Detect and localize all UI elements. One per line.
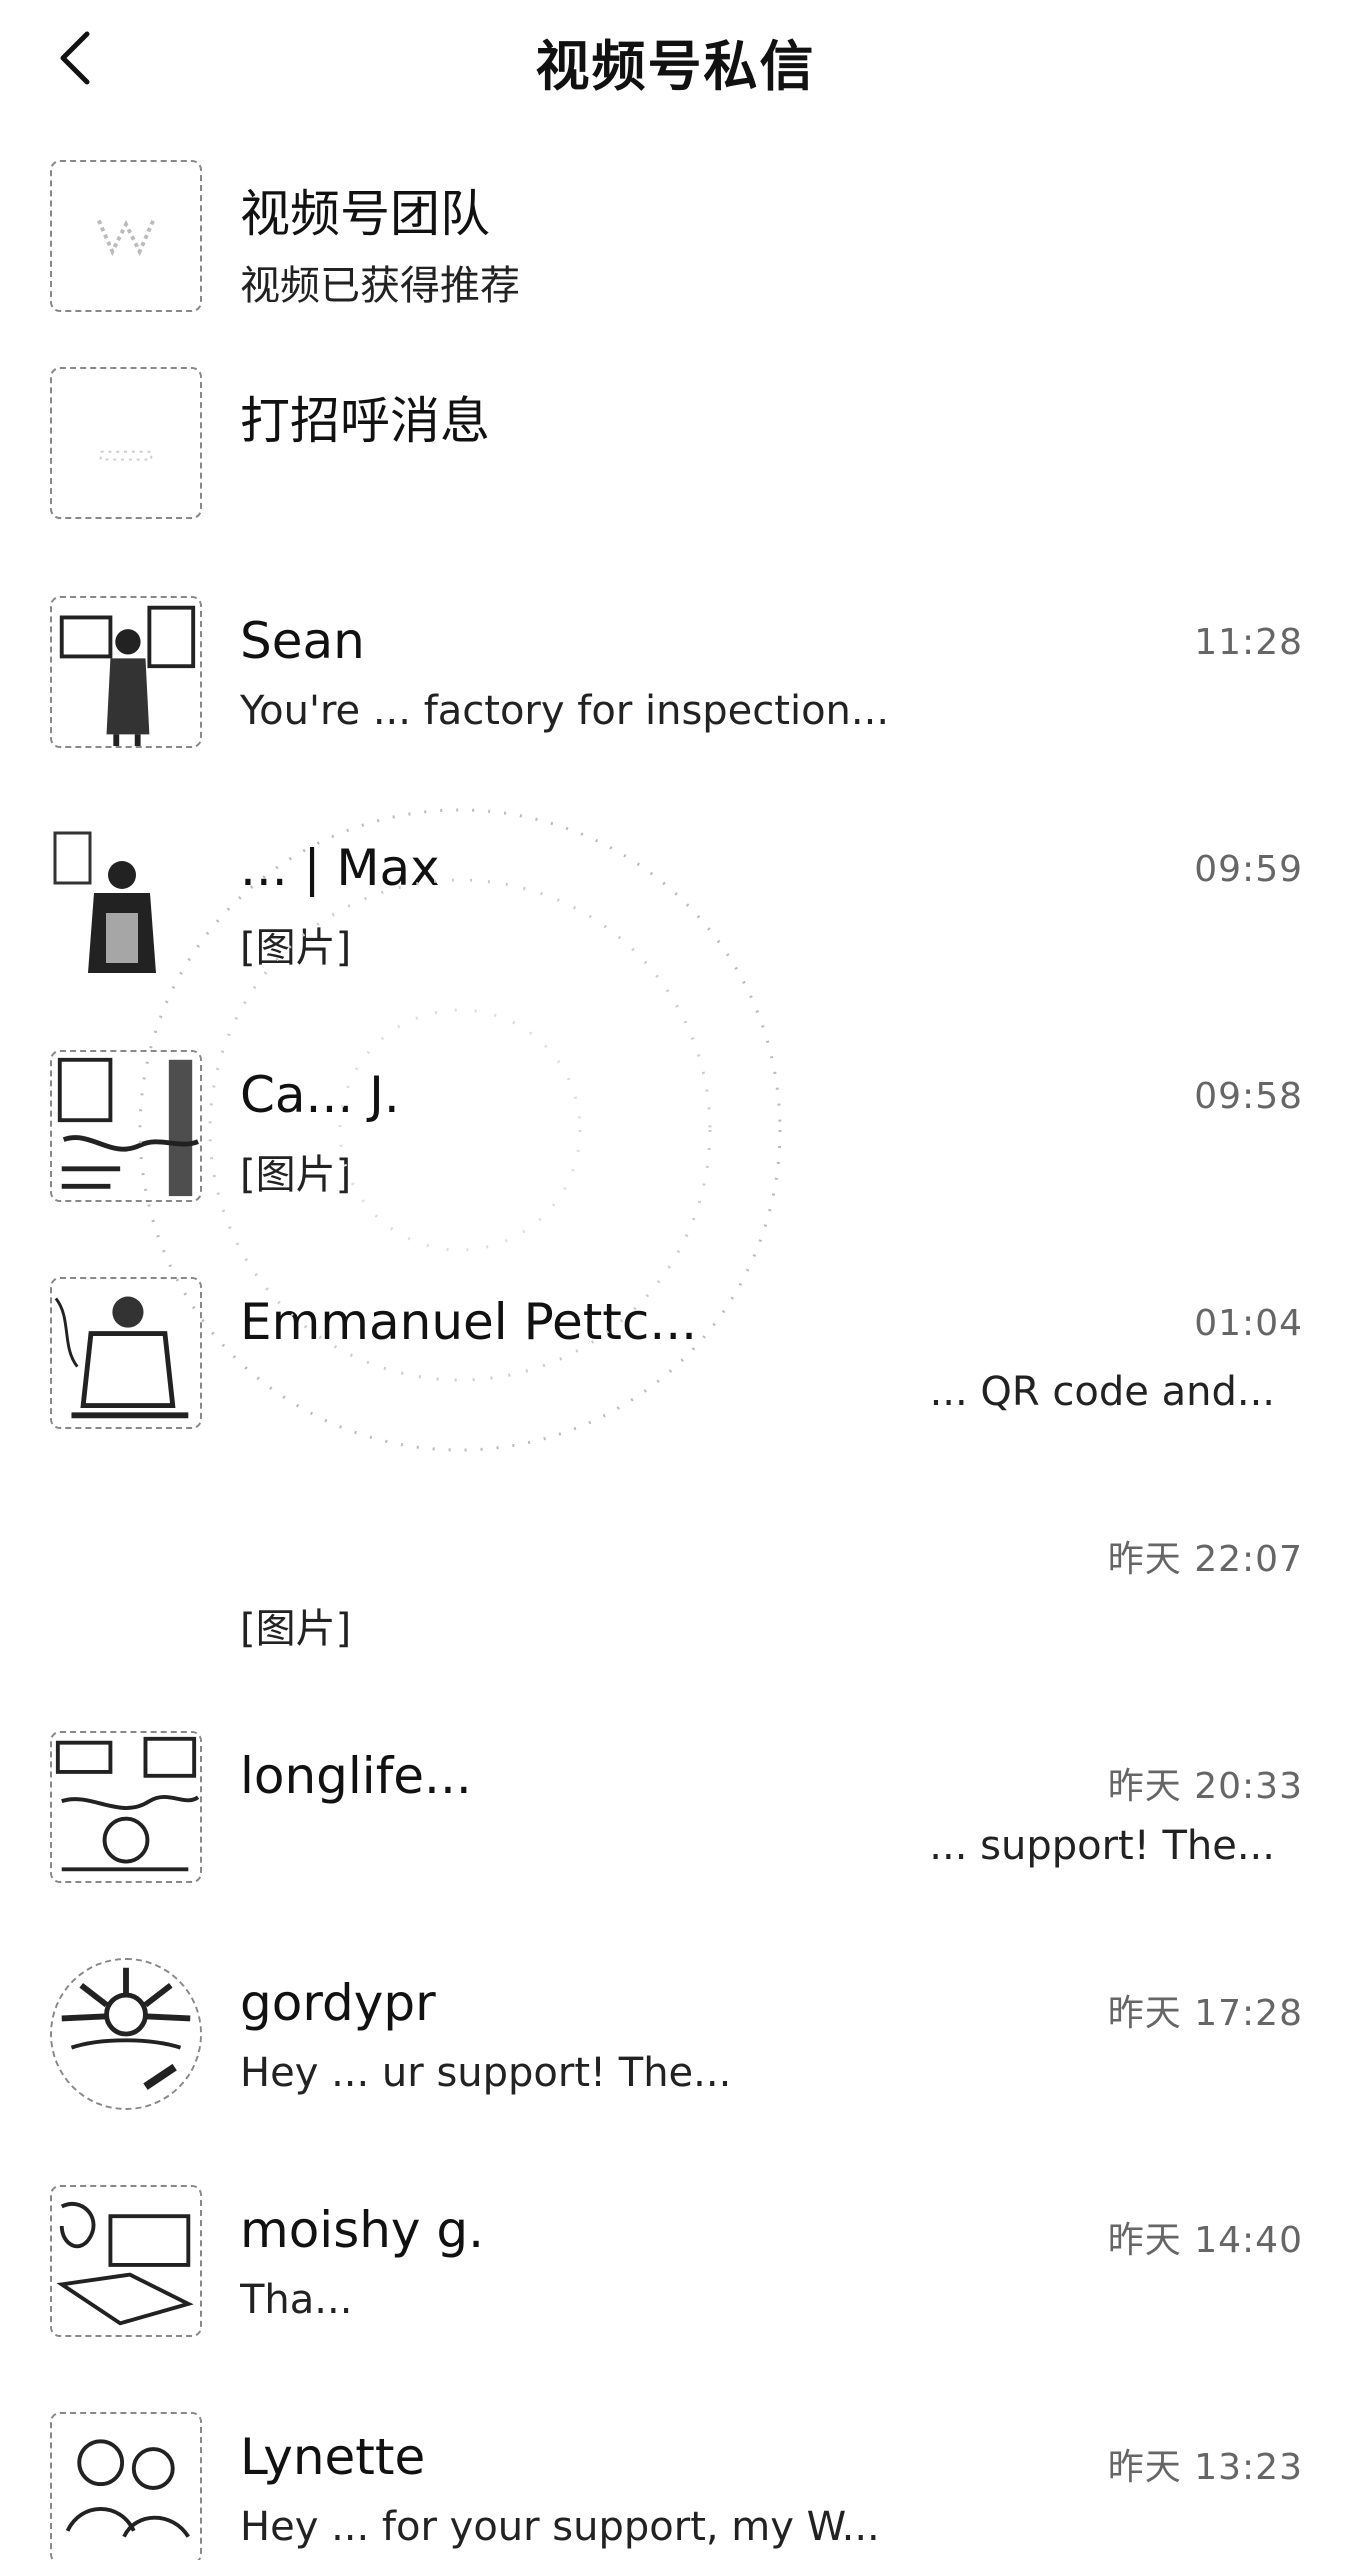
conversation-time: 01:04: [1194, 1303, 1303, 1344]
conversation-preview: Hey ... for your support, my W...: [240, 2504, 880, 2550]
user-photo-icon: [52, 1052, 200, 1200]
header-bar: 视频号私信: [0, 0, 1351, 115]
conversation-preview: [图片]: [240, 1152, 352, 1198]
conversation-name: Sean: [240, 612, 365, 670]
conversation-item[interactable]: moishy g. 昨天 14:40 Tha...: [0, 2181, 1351, 2408]
conversation-item[interactable]: Lynette 昨天 13:23 Hey ... for your suppor…: [0, 2408, 1351, 2560]
direct-messages-screen: 视频号私信 视频号团队 视频已获得推荐 打招呼消息 Sean 11:28 You…: [0, 0, 1351, 2560]
user-photo-icon: [52, 2187, 200, 2335]
avatar: [50, 160, 202, 312]
conversation-item-greetings[interactable]: 打招呼消息: [0, 365, 1351, 592]
conversation-name: Emmanuel Pettc...: [240, 1293, 698, 1351]
conversation-preview: [图片]: [240, 1606, 352, 1652]
user-photo-icon: [52, 1960, 200, 2108]
conversation-name: Lynette: [240, 2428, 426, 2486]
conversation-name: 视频号团队: [240, 185, 490, 243]
conversation-name: longlife...: [240, 1747, 472, 1805]
conversation-name: gordypr: [240, 1974, 436, 2032]
conversation-list[interactable]: 视频号团队 视频已获得推荐 打招呼消息 Sean 11:28 You're ..…: [0, 138, 1351, 2560]
avatar: [50, 367, 202, 519]
conversation-time: 11:28: [1194, 622, 1303, 663]
avatar: [50, 2185, 202, 2337]
avatar: [50, 1958, 202, 2110]
avatar: [50, 1277, 202, 1429]
conversation-time: 09:58: [1194, 1076, 1303, 1117]
conversation-item[interactable]: Emmanuel Pettc... 01:04 ... QR code and.…: [0, 1273, 1351, 1500]
conversation-time: 昨天 17:28: [1107, 1993, 1303, 2034]
page-title: 视频号私信: [535, 35, 816, 98]
conversation-time: 09:59: [1194, 849, 1303, 890]
conversation-name: 打招呼消息: [240, 392, 490, 450]
conversation-time: 昨天 20:33: [1107, 1766, 1303, 1807]
conversation-preview: 视频已获得推荐: [240, 263, 520, 309]
avatar: [50, 823, 202, 975]
conversation-item[interactable]: 昨天 22:07 [图片]: [0, 1500, 1351, 1727]
channels-logo-icon: [96, 219, 156, 257]
avatar: [50, 1050, 202, 1202]
greeting-icon: [99, 450, 153, 461]
conversation-time: 昨天 22:07: [1107, 1539, 1303, 1580]
conversation-item[interactable]: longlife... 昨天 20:33 ... support! The...: [0, 1727, 1351, 1954]
conversation-time: 昨天 13:23: [1107, 2447, 1303, 2488]
conversation-preview: Tha...: [240, 2277, 353, 2323]
user-photo-icon: [52, 2414, 200, 2560]
conversation-item-channels-team[interactable]: 视频号团队 视频已获得推荐: [0, 138, 1351, 365]
conversation-item[interactable]: gordypr 昨天 17:28 Hey ... ur support! The…: [0, 1954, 1351, 2181]
conversation-preview: ... QR code and...: [929, 1369, 1275, 1415]
user-photo-icon: [52, 1279, 200, 1427]
avatar: [50, 1731, 202, 1883]
conversation-item[interactable]: ... | Max 09:59 [图片]: [0, 819, 1351, 1046]
conversation-preview: ... support! The...: [929, 1823, 1275, 1869]
conversation-item[interactable]: Ca... J. 09:58 [图片]: [0, 1046, 1351, 1273]
user-photo-icon: [52, 1733, 200, 1881]
conversation-item[interactable]: Sean 11:28 You're ... factory for inspec…: [0, 592, 1351, 819]
user-photo-icon: [52, 598, 200, 746]
avatar: [50, 2412, 202, 2560]
conversation-name: moishy g.: [240, 2201, 485, 2259]
avatar: [50, 596, 202, 748]
conversation-preview: Hey ... ur support! The...: [240, 2050, 732, 2096]
user-photo-icon: [50, 823, 202, 975]
conversation-name: Ca... J.: [240, 1066, 400, 1124]
conversation-time: 昨天 14:40: [1107, 2220, 1303, 2261]
conversation-preview: You're ... factory for inspection...: [240, 688, 890, 734]
conversation-preview: [图片]: [240, 925, 352, 971]
conversation-name: ... | Max: [240, 839, 440, 897]
